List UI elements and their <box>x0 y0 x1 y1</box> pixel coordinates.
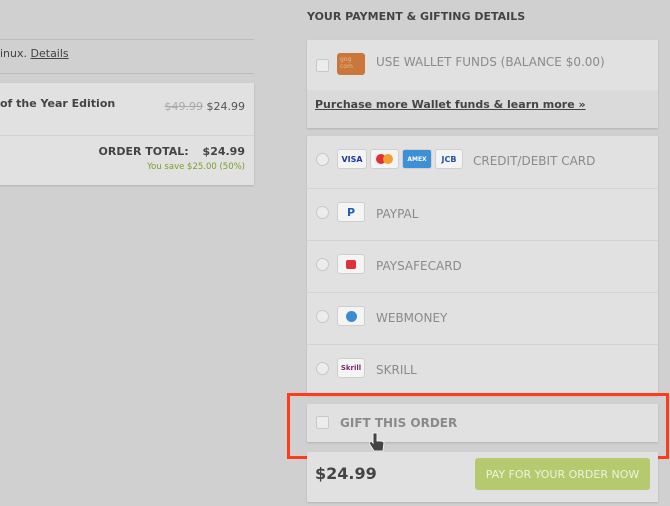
jcb-icon: JCB <box>435 149 463 169</box>
webmoney-icon <box>337 306 365 326</box>
wallet-icon: gog com <box>337 53 365 75</box>
visa-icon: VISA <box>337 149 367 169</box>
wallet-link-area: Purchase more Wallet funds & learn more … <box>307 90 658 128</box>
checkout-total: $24.99 <box>315 464 377 483</box>
payment-methods-panel: VISA AMEX JCB CREDIT/DEBIT CARD P PAYPAL… <box>307 136 658 395</box>
current-price: $24.99 <box>206 100 246 113</box>
platform-note: inux. Details <box>0 47 69 60</box>
webmoney-label: WEBMONEY <box>376 311 448 325</box>
skrill-icon: Skrill <box>337 358 365 378</box>
payment-method-paysafecard[interactable]: PAYSAFECARD <box>307 240 658 292</box>
paysafecard-radio[interactable] <box>316 258 329 271</box>
divider <box>0 39 254 40</box>
item-price: $49.99 $24.99 <box>165 100 246 113</box>
payment-method-paypal[interactable]: P PAYPAL <box>307 188 658 240</box>
paysafecard-label: PAYSAFECARD <box>376 259 462 273</box>
payment-heading: YOUR PAYMENT & GIFTING DETAILS <box>307 10 526 23</box>
highlight-box <box>287 393 669 459</box>
pay-button[interactable]: PAY FOR YOUR ORDER NOW <box>475 458 650 490</box>
skrill-label: SKRILL <box>376 363 417 377</box>
paysafecard-icon <box>337 254 365 274</box>
paypal-label: PAYPAL <box>376 207 419 221</box>
old-price: $49.99 <box>164 100 204 113</box>
platform-text: inux. <box>0 47 28 60</box>
order-total-value: $24.99 <box>202 145 245 158</box>
skrill-radio[interactable] <box>316 362 329 375</box>
divider <box>0 73 254 74</box>
hand-cursor-icon <box>369 432 385 452</box>
credit-card-radio[interactable] <box>316 153 329 166</box>
credit-card-label: CREDIT/DEBIT CARD <box>473 154 596 168</box>
wallet-label: USE WALLET FUNDS (BALANCE $0.00) <box>376 55 605 69</box>
order-summary: of the Year Edition $49.99 $24.99 ORDER … <box>0 83 254 185</box>
webmoney-radio[interactable] <box>316 310 329 323</box>
paypal-radio[interactable] <box>316 206 329 219</box>
paypal-icon: P <box>337 202 365 222</box>
amex-icon: AMEX <box>402 149 432 169</box>
wallet-funds-link[interactable]: Purchase more Wallet funds & learn more … <box>315 98 586 111</box>
payment-method-webmoney[interactable]: WEBMONEY <box>307 292 658 344</box>
wallet-panel: gog com USE WALLET FUNDS (BALANCE $0.00)… <box>307 40 658 128</box>
item-title: of the Year Edition <box>0 97 116 110</box>
order-total: ORDER TOTAL: $24.99 <box>99 145 246 158</box>
wallet-checkbox[interactable] <box>316 59 329 72</box>
checkout-panel: $24.99 PAY FOR YOUR ORDER NOW <box>307 452 658 502</box>
details-link[interactable]: Details <box>31 47 69 60</box>
mastercard-icon <box>370 149 399 169</box>
payment-method-credit-card[interactable]: VISA AMEX JCB CREDIT/DEBIT CARD <box>307 136 658 188</box>
divider <box>0 135 254 136</box>
savings-text: You save $25.00 (50%) <box>147 162 245 172</box>
payment-method-skrill[interactable]: Skrill SKRILL <box>307 344 658 396</box>
order-total-label: ORDER TOTAL: <box>98 145 189 158</box>
